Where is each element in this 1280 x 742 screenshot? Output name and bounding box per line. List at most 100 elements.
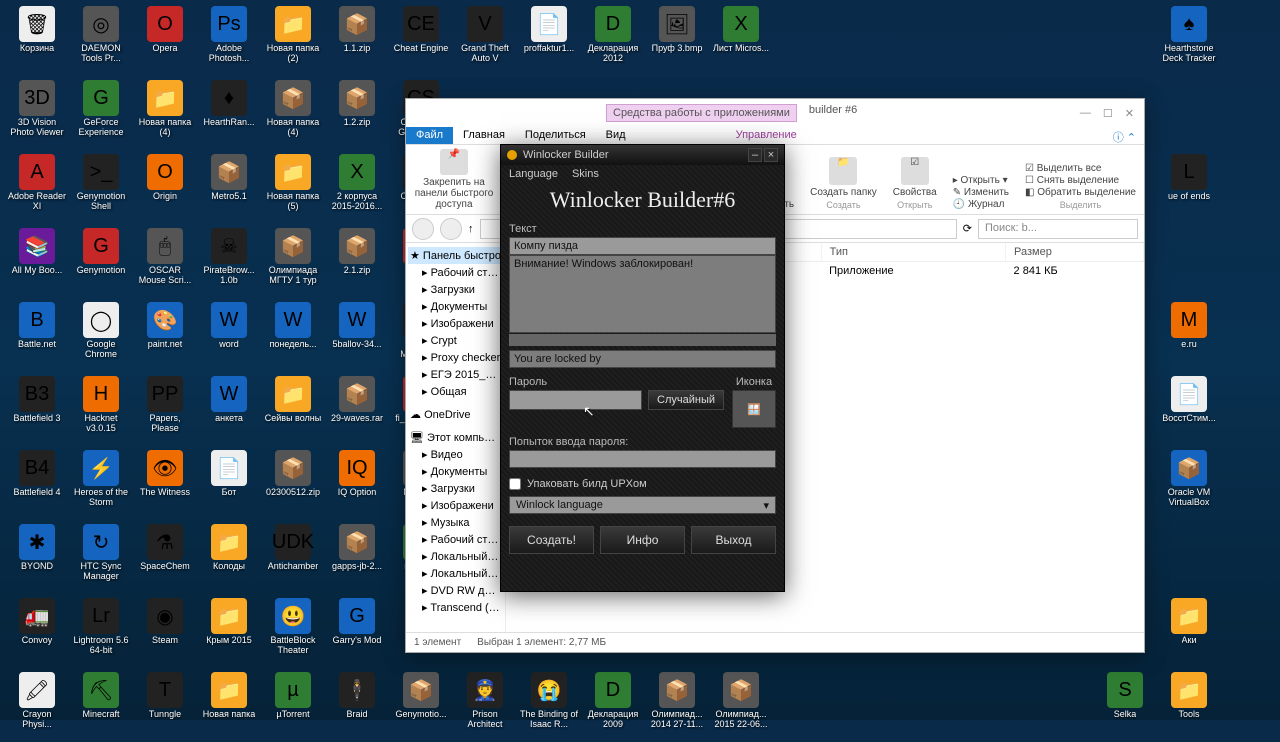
tree-node[interactable]: ▸ Proxy checker	[408, 349, 503, 366]
ribbon-tab-file[interactable]: Файл	[406, 127, 453, 144]
desktop-icon[interactable]: 🖍Crayon Physi...	[6, 672, 68, 742]
desktop-icon[interactable]: 📄ВосстСтим...	[1158, 376, 1220, 446]
col-type[interactable]: Тип	[821, 243, 1005, 262]
desktop-icon[interactable]: >_Genymotion Shell	[70, 154, 132, 224]
desktop-icon[interactable]: 📚All My Boo...	[6, 228, 68, 298]
desktop-icon[interactable]: ◉Steam	[134, 598, 196, 668]
desktop-icon[interactable]: DДекларация 2012	[582, 6, 644, 76]
explorer-titlebar[interactable]: Средства работы с приложениями builder #…	[406, 99, 1144, 127]
ribbon-tab-home[interactable]: Главная	[453, 127, 515, 144]
desktop-icon[interactable]: 📁Новая папка (5)	[262, 154, 324, 224]
password-input[interactable]	[509, 390, 642, 410]
desktop-icon[interactable]: 🚛Convoy	[6, 598, 68, 668]
desktop-icon[interactable]: PPPapers, Please	[134, 376, 196, 446]
body-text-input[interactable]: Внимание! Windows заблокирован!	[509, 255, 776, 333]
search-input[interactable]: Поиск: b...	[978, 219, 1138, 239]
desktop-icon[interactable]: 3D3D Vision Photo Viewer	[6, 80, 68, 150]
tree-node[interactable]: ▸ Изображени	[408, 315, 503, 332]
nav-back-button[interactable]	[412, 218, 434, 240]
maximize-button[interactable]: ☐	[1103, 107, 1113, 120]
desktop-icon[interactable]: GGeForce Experience	[70, 80, 132, 150]
desktop-icon[interactable]: 📦29-waves.rar	[326, 376, 388, 446]
desktop-icon[interactable]: Wанкета	[198, 376, 260, 446]
tree-node[interactable]: ▸ Локальный ди	[408, 548, 503, 565]
desktop-icon[interactable]: IQIQ Option	[326, 450, 388, 520]
col-size[interactable]: Размер	[1006, 243, 1144, 262]
desktop-icon[interactable]: 📁Колоды	[198, 524, 260, 594]
desktop-icon[interactable]: W5ballov-34...	[326, 302, 388, 372]
tree-node[interactable]: ▸ Музыка	[408, 514, 503, 531]
ribbon-help-icon[interactable]: ⓘ ⌃	[1105, 127, 1144, 144]
desktop-icon[interactable]: 😭The Binding of Isaac R...	[518, 672, 580, 742]
title-text-input[interactable]	[509, 237, 776, 255]
tree-node[interactable]: ▸ Общая	[408, 383, 503, 400]
random-button[interactable]: Случайный	[648, 390, 724, 410]
icon-preview[interactable]: 🪟	[732, 390, 776, 428]
desktop-icon[interactable]: 📦gapps-jb-2...	[326, 524, 388, 594]
desktop-icon[interactable]: HHacknet v3.0.15	[70, 376, 132, 446]
desktop-icon[interactable]: X2 корпуса 2015-2016...	[326, 154, 388, 224]
desktop-icon[interactable]: OOrigin	[134, 154, 196, 224]
ribbon-tab-share[interactable]: Поделиться	[515, 127, 596, 144]
desktop-icon[interactable]: 🎨paint.net	[134, 302, 196, 372]
winlocker-titlebar[interactable]: Winlocker Builder – ×	[501, 145, 784, 165]
close-button[interactable]: ×	[764, 148, 778, 162]
desktop-icon[interactable]: 📦Oracle VM VirtualBox	[1158, 450, 1220, 520]
desktop-icon[interactable]: XЛист Micros...	[710, 6, 772, 76]
desktop-icon[interactable]: 📄proffaktur1...	[518, 6, 580, 76]
desktop-icon[interactable]: SSelka	[1094, 672, 1156, 742]
desktop-icon[interactable]: 📦2.1.zip	[326, 228, 388, 298]
tree-node[interactable]: ▸ Документы	[408, 463, 503, 480]
desktop-icon[interactable]: GGarry's Mod	[326, 598, 388, 668]
desktop-icon[interactable]: ✱BYOND	[6, 524, 68, 594]
desktop-icon[interactable]: ◯Google Chrome	[70, 302, 132, 372]
desktop-icon[interactable]: 📦Олимпиад... 2014 27-11...	[646, 672, 708, 742]
desktop-icon[interactable]: 📁Сейвы волны	[262, 376, 324, 446]
ribbon-tab-manage[interactable]: Управление	[726, 127, 807, 144]
desktop-icon[interactable]: 👮Prison Architect	[454, 672, 516, 742]
tree-node[interactable]: ▸ ЕГЭ 2015_посо	[408, 366, 503, 383]
menu-skins[interactable]: Skins	[572, 168, 599, 180]
desktop-icon[interactable]: Lue of ends	[1158, 154, 1220, 224]
desktop-icon[interactable]: Wword	[198, 302, 260, 372]
tree-node[interactable]: ▸ Видео	[408, 446, 503, 463]
desktop-icon[interactable]: 📄Бот	[198, 450, 260, 520]
tree-node[interactable]: ▸ Загрузки	[408, 480, 503, 497]
desktop-icon[interactable]: ⚡Heroes of the Storm	[70, 450, 132, 520]
ribbon-newfolder[interactable]: 📁 Создать папку Создать	[810, 149, 877, 210]
language-select[interactable]: Winlock language▾	[509, 496, 776, 514]
desktop-icon[interactable]: CECheat Engine	[390, 6, 452, 76]
desktop-icon[interactable]: 📦1.2.zip	[326, 80, 388, 150]
desktop-icon[interactable]: 📁Tools	[1158, 672, 1220, 742]
desktop-icon[interactable]: 🖼Пруф 3.bmp	[646, 6, 708, 76]
desktop-icon[interactable]: 🗑Корзина	[6, 6, 68, 76]
desktop-icon[interactable]: 📁Новая папка (4)	[134, 80, 196, 150]
desktop-icon[interactable]: AAdobe Reader XI	[6, 154, 68, 224]
ribbon-pin[interactable]: 📌 Закрепить на панели быстрого доступа	[414, 149, 494, 210]
desktop-icon[interactable]: 🕴Braid	[326, 672, 388, 742]
desktop-icon[interactable]: ◎DAEMON Tools Pr...	[70, 6, 132, 76]
desktop-icon[interactable]: 📁Аки	[1158, 598, 1220, 668]
desktop-icon[interactable]: ☠PirateBrow... 1.0b	[198, 228, 260, 298]
desktop-icon[interactable]: 📦1.1.zip	[326, 6, 388, 76]
refresh-icon[interactable]: ⟳	[963, 222, 972, 235]
ribbon-selectall[interactable]: ☑ Выделить все	[1025, 163, 1101, 174]
desktop-icon[interactable]: Me.ru	[1158, 302, 1220, 372]
desktop-icon[interactable]: ♠Hearthstone Deck Tracker	[1158, 6, 1220, 76]
desktop-icon[interactable]: 📦Новая папка (4)	[262, 80, 324, 150]
ribbon-selectnone[interactable]: ☐ Снять выделение	[1025, 175, 1119, 186]
tree-node[interactable]: ▸ Изображени	[408, 497, 503, 514]
attempts-input[interactable]	[509, 450, 776, 468]
ribbon-edit[interactable]: ✎ Изменить	[953, 187, 1009, 198]
desktop-icon[interactable]: 📦02300512.zip	[262, 450, 324, 520]
tree-quick-access[interactable]: ★ Панель быстро	[408, 247, 503, 264]
desktop-icon[interactable]: ↻HTC Sync Manager	[70, 524, 132, 594]
desktop-icon[interactable]: 📁Новая папка (2)	[262, 6, 324, 76]
tree-node[interactable]: ▸ Crypt	[408, 332, 503, 349]
desktop-icon[interactable]: OOpera	[134, 6, 196, 76]
desktop-icon[interactable]: 📁Крым 2015	[198, 598, 260, 668]
desktop-icon[interactable]: BBattle.net	[6, 302, 68, 372]
desktop-icon[interactable]: 📦Олимпиада МГТУ 1 тур	[262, 228, 324, 298]
desktop-icon[interactable]: 📁Новая папка	[198, 672, 260, 742]
upx-checkbox[interactable]	[509, 478, 521, 490]
